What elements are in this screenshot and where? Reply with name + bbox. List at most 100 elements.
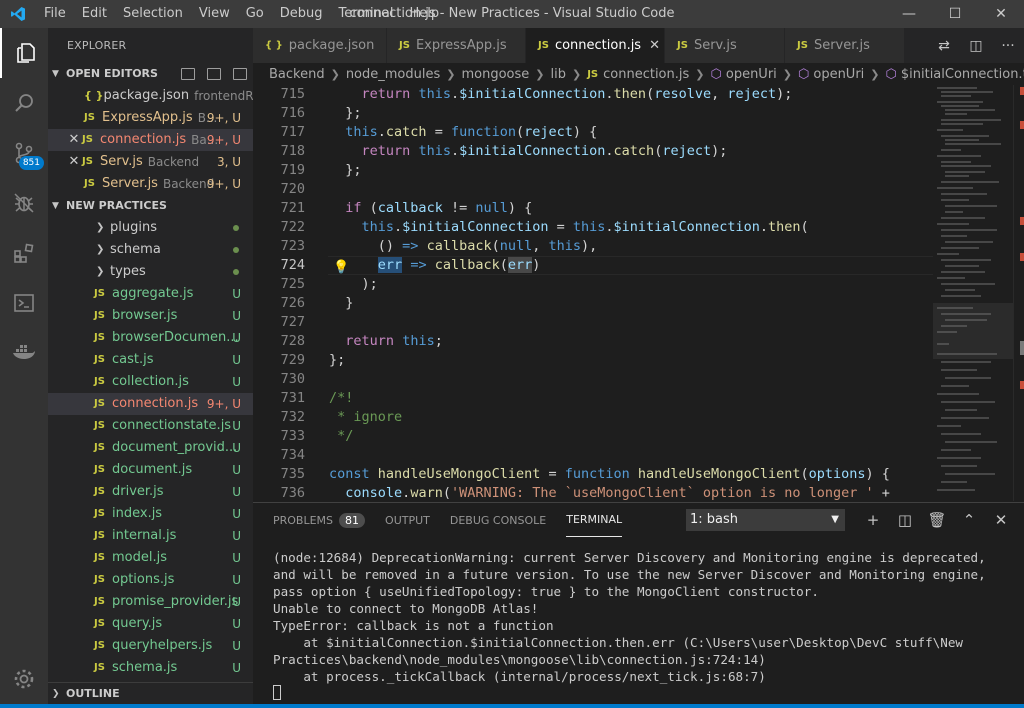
close-tab-icon[interactable]: ✕ [649, 38, 660, 53]
open-editor-expressapp[interactable]: JS ExpressApp.js B... 9+, U [48, 107, 253, 129]
close-panel-icon[interactable]: ✕ [985, 511, 1017, 529]
open-editor-package-json[interactable]: { } package.json frontendRe... [48, 85, 253, 107]
tree-file[interactable]: JS promise_provider.js U [48, 591, 253, 613]
menu-view[interactable]: View [191, 0, 238, 28]
tree-folder-plugins[interactable]: ❯ plugins [48, 217, 253, 239]
project-header[interactable]: ▼ NEW PRACTICES [48, 195, 253, 217]
tree-folder-schema[interactable]: ❯ schema [48, 239, 253, 261]
extensions-activity[interactable] [0, 228, 48, 278]
file-status: U [232, 463, 241, 477]
debug-icon [14, 193, 34, 213]
open-editor-serv[interactable]: ✕ JS Serv.js Backend 3, U [48, 151, 253, 173]
scroll-thumb[interactable] [1020, 341, 1024, 355]
tab-server[interactable]: JS Server.js [785, 28, 905, 63]
tab-label: Server.js [813, 38, 870, 53]
breadcrumb-item[interactable]: node_modules [346, 67, 440, 82]
tree-file[interactable]: JS cast.js U [48, 349, 253, 371]
manage-activity[interactable] [0, 664, 48, 694]
tree-folder-types[interactable]: ❯ types [48, 261, 253, 283]
breadcrumb-item[interactable]: Backend [269, 67, 325, 82]
more-actions-icon[interactable]: ··· [992, 38, 1024, 54]
file-status: U [232, 309, 241, 323]
tab-problems[interactable]: PROBLEMS 81 [273, 503, 366, 537]
maximize-button[interactable]: ☐ [932, 0, 978, 28]
tab-terminal[interactable]: TERMINAL [566, 503, 623, 537]
minimap[interactable] [933, 85, 1013, 501]
breadcrumb-item[interactable]: openUri [726, 67, 777, 82]
file-status: U [232, 331, 241, 345]
tree-file[interactable]: JS index.js U [48, 503, 253, 525]
open-changes-icon[interactable]: ⇄ [928, 38, 960, 54]
explorer-activity[interactable] [0, 28, 48, 78]
new-terminal-icon[interactable]: + [857, 511, 889, 529]
new-untitled-file-icon[interactable] [181, 68, 195, 80]
tree-file[interactable]: JS model.js U [48, 547, 253, 569]
tree-file[interactable]: JS queryhelpers.js U [48, 635, 253, 657]
tab-output[interactable]: OUTPUT [385, 503, 430, 537]
save-all-icon[interactable] [207, 68, 221, 80]
tree-file-selected[interactable]: JS connection.js 9+, U [48, 393, 253, 415]
source-control-activity[interactable]: 851 [0, 128, 48, 178]
breadcrumb-item[interactable]: $initialConnection.then() callba [901, 67, 1024, 82]
tree-file[interactable]: JS internal.js U [48, 525, 253, 547]
untracked-dot-icon [233, 269, 239, 275]
search-activity[interactable] [0, 78, 48, 128]
chevron-up-icon[interactable]: ⌃ [953, 511, 985, 529]
outline-header[interactable]: ❯ OUTLINE [48, 682, 253, 704]
menu-debug[interactable]: Debug [272, 0, 331, 28]
debug-activity[interactable] [0, 178, 48, 228]
tree-file[interactable]: JS document_provid... U [48, 437, 253, 459]
code-editor[interactable]: 715 return this.$initialConnection.then(… [253, 85, 933, 501]
breadcrumb-item[interactable]: lib [550, 67, 565, 82]
editor-scrollbar[interactable] [1013, 85, 1024, 501]
minimap-viewport[interactable] [933, 303, 1013, 359]
breadcrumb-item[interactable]: openUri [813, 67, 864, 82]
close-window-button[interactable]: ✕ [978, 0, 1024, 28]
close-all-icon[interactable] [233, 68, 247, 80]
tree-file[interactable]: JS document.js U [48, 459, 253, 481]
menu-terminal[interactable]: Terminal [331, 0, 402, 28]
close-icon[interactable]: ✕ [66, 151, 82, 173]
terminal-select[interactable]: 1: bash ▼ [686, 509, 845, 531]
open-editor-server[interactable]: JS Server.js Backend 9+, U [48, 173, 253, 195]
breadcrumb-item[interactable]: connection.js [603, 67, 689, 82]
menu-file[interactable]: File [36, 0, 74, 28]
tab-expressapp[interactable]: JS ExpressApp.js [387, 28, 526, 63]
tab-package-json[interactable]: { } package.json [253, 28, 387, 63]
remote-explorer-activity[interactable] [0, 278, 48, 328]
breadcrumb-item[interactable]: mongoose [461, 67, 529, 82]
error-marker [1020, 381, 1024, 389]
chevron-down-icon: ▼ [52, 201, 59, 211]
menu-help[interactable]: Help [401, 0, 447, 28]
tree-file[interactable]: JS browser.js U [48, 305, 253, 327]
menu-edit[interactable]: Edit [74, 0, 115, 28]
tree-file[interactable]: JS options.js U [48, 569, 253, 591]
minimize-button[interactable]: — [886, 0, 932, 28]
open-editor-connection[interactable]: ✕ JS connection.js Ba... 9+, U [48, 129, 253, 151]
menu-selection[interactable]: Selection [115, 0, 191, 28]
tab-serv[interactable]: JS Serv.js [665, 28, 785, 63]
split-editor-icon[interactable]: ◫ [960, 38, 992, 54]
tree-file[interactable]: JS aggregate.js U [48, 283, 253, 305]
terminal-prompt[interactable] [273, 685, 1013, 702]
tree-file[interactable]: JS query.js U [48, 613, 253, 635]
docker-activity[interactable] [0, 328, 48, 378]
menu-go[interactable]: Go [238, 0, 272, 28]
tree-file[interactable]: JS connectionstate.js U [48, 415, 253, 437]
chevron-right-icon: ❯ [96, 244, 105, 255]
terminal-output[interactable]: (node:12684) DeprecationWarning: current… [253, 537, 1013, 702]
file-name: options.js [112, 572, 175, 587]
tree-file[interactable]: JS schema.js U [48, 657, 253, 679]
tree-file[interactable]: JS collection.js U [48, 371, 253, 393]
tab-debug-console[interactable]: DEBUG CONSOLE [450, 503, 546, 537]
open-editors-header[interactable]: ▼ OPEN EDITORS [48, 63, 253, 85]
trash-icon[interactable]: 🗑 [921, 511, 953, 529]
close-icon[interactable]: ✕ [66, 129, 82, 151]
split-terminal-icon[interactable]: ◫ [889, 511, 921, 529]
tree-file[interactable]: JS driver.js U [48, 481, 253, 503]
tab-connection[interactable]: JS connection.js ✕ [526, 28, 665, 63]
method-cube-icon: ⬡ [798, 66, 810, 82]
file-status: U [232, 485, 241, 499]
file-status: U [232, 507, 241, 521]
tree-file[interactable]: JS browserDocumen... U [48, 327, 253, 349]
